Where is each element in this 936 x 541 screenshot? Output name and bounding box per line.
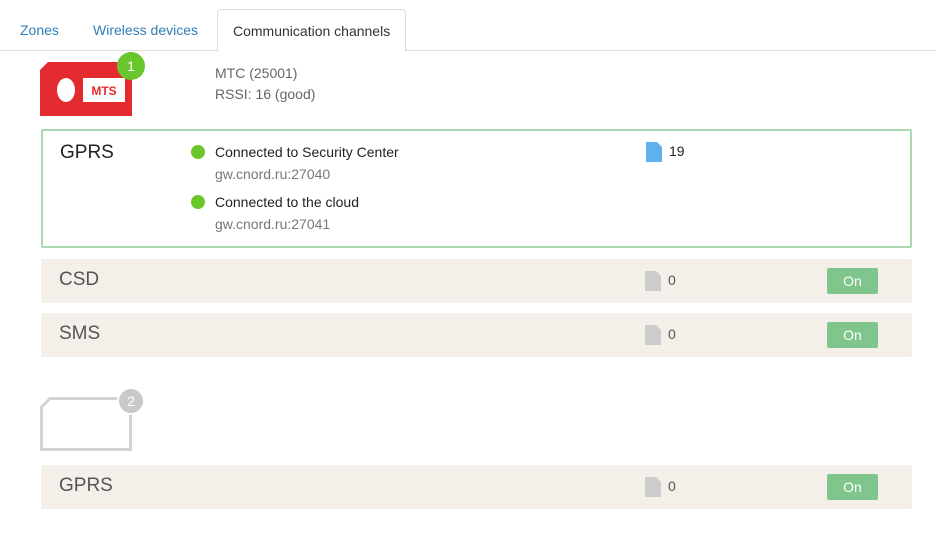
connection-title: Connected to Security Center (215, 144, 399, 160)
document-count: 0 (668, 326, 676, 342)
tab-communication-channels[interactable]: Communication channels (217, 9, 407, 52)
status-connected-icon (191, 145, 205, 159)
rssi-value: RSSI: 16 (good) (215, 86, 316, 102)
channel-name: GPRS (60, 142, 114, 163)
tab-wireless-devices[interactable]: Wireless devices (79, 9, 212, 51)
sim-slot-badge: 1 (117, 52, 145, 80)
document-count: 0 (668, 272, 676, 288)
channel-gprs-sim2: GPRS 0 On (41, 465, 912, 509)
tab-zones[interactable]: Zones (6, 9, 73, 51)
channel-name: CSD (59, 269, 100, 290)
channel-name: SMS (59, 323, 101, 344)
sms-on-toggle[interactable]: On (827, 322, 878, 348)
connection-address: gw.cnord.ru:27041 (215, 216, 331, 232)
sim-slot-badge: 2 (117, 387, 145, 415)
document-icon (645, 477, 661, 497)
status-connected-icon (191, 195, 205, 209)
document-icon (646, 142, 662, 162)
tab-bar: Zones Wireless devices Communication cha… (0, 0, 936, 52)
operator-info: MTC (25001) RSSI: 16 (good) (215, 63, 315, 105)
document-icon (645, 325, 661, 345)
operator-name: MTC (25001) (215, 65, 298, 81)
channel-csd: CSD 0 On (41, 259, 912, 303)
channel-sms: SMS 0 On (41, 313, 912, 357)
connection-address: gw.cnord.ru:27040 (215, 166, 331, 182)
document-count: 0 (668, 478, 676, 494)
connection-title: Connected to the cloud (215, 194, 359, 210)
channel-name: GPRS (59, 475, 113, 496)
svg-text:MTS: MTS (91, 84, 116, 98)
gprs2-on-toggle[interactable]: On (827, 474, 878, 500)
channel-gprs-sim1: GPRS Connected to Security Center gw.cno… (41, 129, 912, 248)
document-count: 19 (669, 143, 685, 159)
document-icon (645, 271, 661, 291)
csd-on-toggle[interactable]: On (827, 268, 878, 294)
